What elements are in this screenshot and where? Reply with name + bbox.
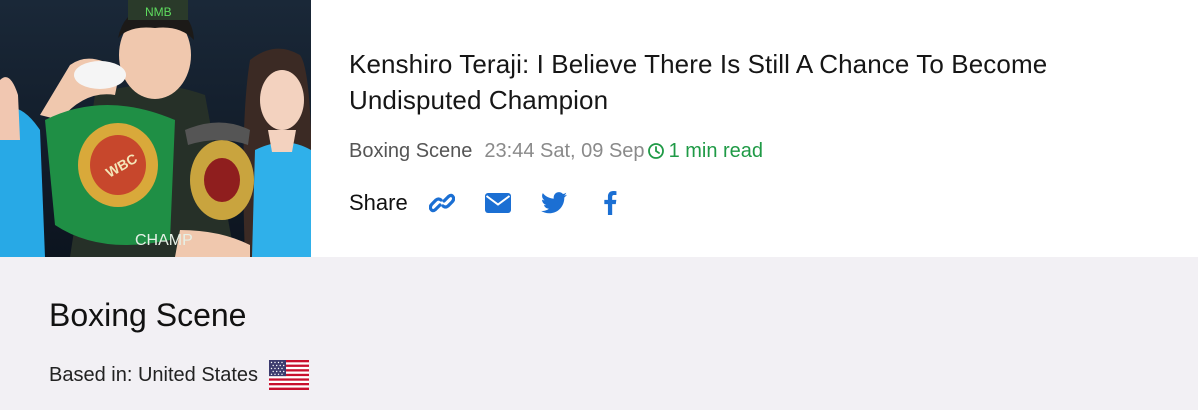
- share-link-button[interactable]: [428, 189, 456, 217]
- link-icon: [428, 193, 455, 213]
- article-info: Kenshiro Teraji: I Believe There Is Stil…: [349, 46, 1169, 217]
- article-source[interactable]: Boxing Scene: [349, 137, 472, 165]
- read-time: 1 min read: [668, 140, 764, 162]
- us-flag-icon: [269, 360, 310, 390]
- publisher-location: Based in: United States: [49, 360, 310, 390]
- boxing-champion-photo: NMB WBC CHAMP: [0, 0, 311, 257]
- svg-text:CHAMP: CHAMP: [135, 232, 193, 249]
- svg-text:NMB: NMB: [145, 5, 172, 19]
- share-label: Share: [349, 190, 408, 215]
- share-bar: Share: [349, 189, 1169, 217]
- based-in-label: Based in: United States: [49, 363, 259, 386]
- share-twitter-button[interactable]: [540, 189, 568, 217]
- share-facebook-button[interactable]: [596, 189, 624, 217]
- clock-icon: [647, 142, 665, 160]
- article-header: NMB WBC CHAMP Kenshiro Teraji: I Believe…: [0, 0, 1198, 257]
- publisher-details: Boxing Scene Based in: United States: [49, 295, 310, 390]
- article-title[interactable]: Kenshiro Teraji: I Believe There Is Stil…: [349, 46, 1169, 118]
- publisher-info: Boxing Scene Based in: United States: [0, 257, 1198, 410]
- facebook-icon: [604, 191, 617, 215]
- article-timestamp: 23:44 Sat, 09 Sep: [484, 140, 645, 162]
- article-thumbnail[interactable]: NMB WBC CHAMP: [0, 0, 311, 257]
- article-meta: Boxing Scene 23:44 Sat, 09 Sep 1 min rea…: [349, 137, 1169, 165]
- share-email-button[interactable]: [484, 189, 512, 217]
- twitter-icon: [540, 192, 567, 214]
- envelope-icon: [484, 193, 511, 213]
- publisher-name[interactable]: Boxing Scene: [49, 295, 309, 335]
- news-card: NMB WBC CHAMP Kenshiro Teraji: I Believe…: [0, 0, 1198, 410]
